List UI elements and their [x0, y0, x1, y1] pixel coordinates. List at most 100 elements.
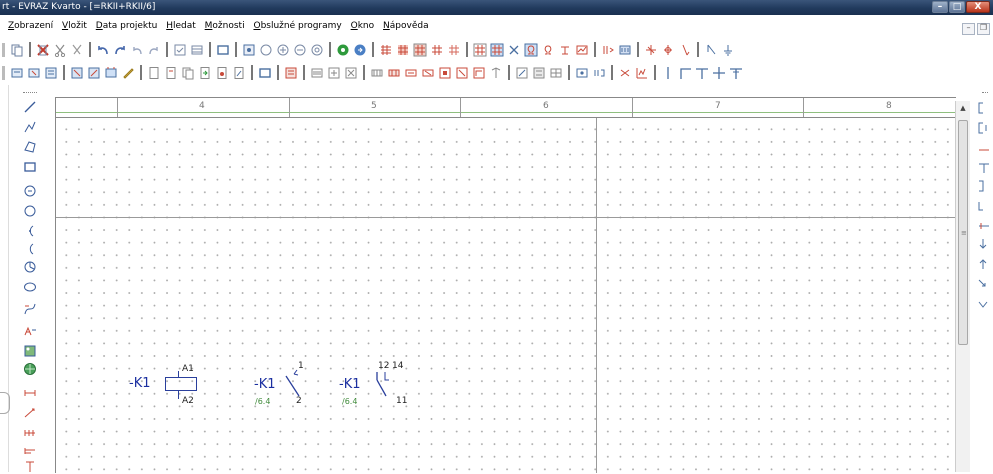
- document-minimize-button[interactable]: –: [962, 23, 975, 35]
- collapsed-panel-tab[interactable]: [0, 392, 10, 414]
- report-icon[interactable]: [284, 66, 298, 80]
- toolbar-grip[interactable]: [2, 43, 5, 57]
- menu-moznosti[interactable]: Možnosti: [205, 21, 245, 31]
- arrow-corner-icon[interactable]: [977, 278, 991, 290]
- undo-step-icon[interactable]: [130, 43, 144, 57]
- device-list-icon[interactable]: [44, 66, 58, 80]
- arrow-down-icon[interactable]: [977, 238, 991, 250]
- plug-alt-icon[interactable]: [421, 66, 435, 80]
- connection-vertical-icon[interactable]: [661, 66, 675, 80]
- device-icon[interactable]: [10, 66, 24, 80]
- plc-card-icon[interactable]: [327, 66, 341, 80]
- snap-grid-icon[interactable]: [473, 43, 487, 57]
- black-box-icon[interactable]: [472, 66, 486, 80]
- grid-hash-icon[interactable]: [430, 43, 444, 57]
- globe-icon[interactable]: [23, 362, 37, 376]
- symbol-edit-icon[interactable]: [121, 66, 135, 80]
- document-restore-button[interactable]: ❐: [977, 23, 990, 35]
- toolbar-grip[interactable]: [23, 92, 37, 95]
- circle-icon[interactable]: [23, 204, 37, 218]
- terminal-icon[interactable]: [601, 43, 615, 57]
- zoom-all-icon[interactable]: [310, 43, 324, 57]
- green-circle-icon[interactable]: [336, 43, 350, 57]
- box-icon[interactable]: [438, 66, 452, 80]
- page-check-icon[interactable]: [173, 43, 187, 57]
- frame-icon[interactable]: [258, 66, 272, 80]
- connection-corner-icon[interactable]: [678, 66, 692, 80]
- line-icon[interactable]: [23, 100, 37, 114]
- zoom-window-icon[interactable]: [242, 43, 256, 57]
- connection-tee-down-icon[interactable]: [695, 66, 709, 80]
- insert-point-icon[interactable]: [575, 66, 589, 80]
- dimension-horizontal-icon[interactable]: [23, 386, 37, 400]
- omega-outline-icon[interactable]: [541, 43, 555, 57]
- navigate-icon[interactable]: [353, 43, 367, 57]
- circle-center-icon[interactable]: [23, 184, 37, 198]
- window-frame-icon[interactable]: [216, 43, 230, 57]
- device-insert-icon[interactable]: [27, 66, 41, 80]
- connection-cross-icon[interactable]: [712, 66, 726, 80]
- cut-icon[interactable]: [53, 43, 67, 57]
- zoom-circle-icon[interactable]: [259, 43, 273, 57]
- break-point-icon[interactable]: [592, 66, 606, 80]
- potential-icon[interactable]: [489, 66, 503, 80]
- menu-hledat[interactable]: Hledat: [166, 21, 196, 31]
- menu-vlozit[interactable]: Vložit: [62, 21, 87, 31]
- bracket-icon[interactable]: [977, 102, 991, 114]
- toolbar-grip[interactable]: [2, 66, 5, 80]
- zoom-in-icon[interactable]: [276, 43, 290, 57]
- rectangle-icon[interactable]: [23, 160, 37, 174]
- spline-icon[interactable]: [23, 302, 37, 316]
- dimension-baseline-icon[interactable]: [23, 444, 37, 458]
- dimension-aligned-icon[interactable]: [23, 406, 37, 420]
- vertical-scrollbar[interactable]: ▲ ≡: [955, 101, 970, 472]
- menu-okno[interactable]: Okno: [351, 21, 375, 31]
- redo-icon[interactable]: [113, 43, 127, 57]
- connection-tee-icon[interactable]: [729, 66, 743, 80]
- undo-icon[interactable]: [96, 43, 110, 57]
- menu-zobrazeni[interactable]: Zobrazení: [8, 21, 53, 31]
- page-export-icon[interactable]: [232, 66, 246, 80]
- page-link-icon[interactable]: [215, 66, 229, 80]
- close-button[interactable]: X: [966, 1, 990, 13]
- grid-outline-icon[interactable]: [447, 43, 461, 57]
- page-new-icon[interactable]: [164, 66, 178, 80]
- table-icon[interactable]: [190, 43, 204, 57]
- cable-definition-icon[interactable]: [515, 66, 529, 80]
- ellipse-icon[interactable]: [23, 280, 37, 294]
- delete-icon[interactable]: [36, 43, 50, 57]
- menu-napoveda[interactable]: Nápověda: [383, 21, 429, 31]
- polyline-icon[interactable]: [23, 120, 37, 134]
- toolbar-grip[interactable]: [982, 92, 988, 95]
- maximize-button[interactable]: □: [949, 1, 965, 13]
- ground-icon[interactable]: [721, 43, 735, 57]
- macro-alt-icon[interactable]: [87, 66, 101, 80]
- redo-step-icon[interactable]: [147, 43, 161, 57]
- sector-icon[interactable]: [23, 260, 37, 274]
- wire-graph-icon[interactable]: [635, 66, 649, 80]
- bracket-down-icon[interactable]: [977, 200, 991, 212]
- arrow-down-icon[interactable]: [678, 43, 692, 57]
- image-icon[interactable]: [23, 344, 37, 358]
- box-alt-icon[interactable]: [455, 66, 469, 80]
- polygon-icon[interactable]: [23, 140, 37, 154]
- scroll-up-arrow-icon[interactable]: ▲: [956, 101, 970, 115]
- wire-break-icon[interactable]: [977, 220, 991, 232]
- plc-icon[interactable]: [310, 66, 324, 80]
- connector-icon[interactable]: [661, 43, 675, 57]
- line-short-icon[interactable]: [977, 144, 991, 156]
- page-icon[interactable]: [147, 66, 161, 80]
- page-goto-icon[interactable]: [198, 66, 212, 80]
- plc-address-icon[interactable]: [344, 66, 358, 80]
- bracket-right-icon[interactable]: [977, 180, 991, 192]
- grid-active-icon[interactable]: [413, 43, 427, 57]
- zoom-out-icon[interactable]: [293, 43, 307, 57]
- grid-marker-icon[interactable]: [379, 43, 393, 57]
- copy-icon[interactable]: [10, 43, 24, 57]
- grid-dense-icon[interactable]: [396, 43, 410, 57]
- page-copy-icon[interactable]: [181, 66, 195, 80]
- terminal-group-icon[interactable]: [618, 43, 632, 57]
- terminal-strip-red-icon[interactable]: [387, 66, 401, 80]
- dimension-chain-icon[interactable]: [23, 426, 37, 440]
- cross-icon[interactable]: [507, 43, 521, 57]
